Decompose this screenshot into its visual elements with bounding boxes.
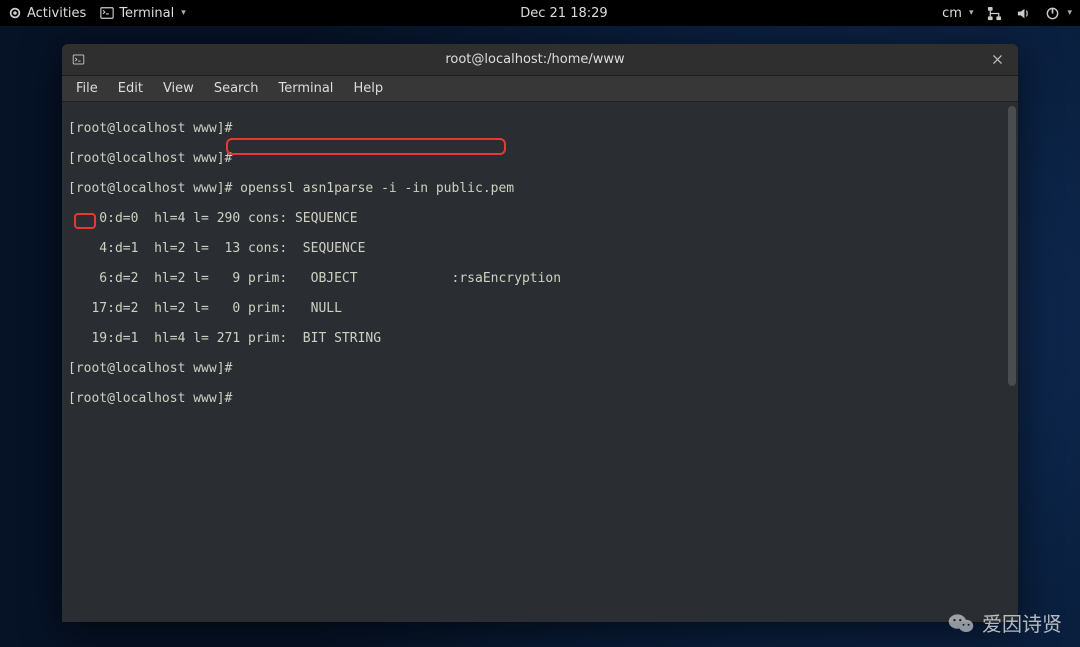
power-icon [1045,6,1060,21]
activities-button[interactable]: Activities [8,6,86,21]
volume-indicator[interactable] [1016,6,1031,21]
terminal-line: 0:d=0 hl=4 l= 290 cons: SEQUENCE [68,211,1012,226]
terminal-line: [root@localhost www]# [68,391,1012,406]
volume-icon [1016,6,1031,21]
wechat-icon [948,610,974,636]
menu-search[interactable]: Search [206,79,267,98]
terminal-line: [root@localhost www]# openssl asn1parse … [68,181,1012,196]
current-app-label: Terminal [119,6,174,21]
menu-edit[interactable]: Edit [110,79,151,98]
network-wired-icon [987,6,1002,21]
terminal-scrollbar[interactable] [1008,106,1016,386]
chevron-down-icon: ▾ [1067,8,1072,18]
window-title: root@localhost:/home/www [94,52,976,67]
clock[interactable]: Dec 21 18:29 [186,6,942,21]
terminal-line: 19:d=1 hl=4 l= 271 prim: BIT STRING [68,331,1012,346]
window-titlebar[interactable]: root@localhost:/home/www [62,44,1018,76]
terminal-menubar: File Edit View Search Terminal Help [62,76,1018,102]
menu-file[interactable]: File [68,79,106,98]
watermark: 爱因诗贤 [948,608,1062,637]
terminal-app-icon [100,6,114,20]
terminal-window: root@localhost:/home/www File Edit View … [62,44,1018,622]
window-close-button[interactable] [976,44,1018,76]
terminal-icon [72,53,85,66]
terminal-line: 6:d=2 hl=2 l= 9 prim: OBJECT :rsaEncrypt… [68,271,1012,286]
terminal-content[interactable]: [root@localhost www]# [root@localhost ww… [62,102,1018,622]
activities-icon [8,6,22,20]
close-icon [991,53,1004,66]
terminal-line: 4:d=1 hl=2 l= 13 cons: SEQUENCE [68,241,1012,256]
terminal-line: [root@localhost www]# [68,151,1012,166]
network-indicator[interactable] [987,6,1002,21]
menu-view[interactable]: View [155,79,202,98]
gnome-top-panel: Activities Terminal ▾ Dec 21 18:29 cm ▾ … [0,0,1080,26]
current-app-indicator[interactable]: Terminal ▾ [100,6,185,21]
menu-terminal[interactable]: Terminal [270,79,341,98]
chevron-down-icon: ▾ [969,8,974,18]
terminal-line: 17:d=2 hl=2 l= 0 prim: NULL [68,301,1012,316]
power-indicator[interactable]: ▾ [1045,6,1072,21]
terminal-line: [root@localhost www]# [68,361,1012,376]
chevron-down-icon: ▾ [181,8,186,18]
terminal-line: [root@localhost www]# [68,121,1012,136]
ime-label: cm [942,6,962,21]
menu-help[interactable]: Help [345,79,391,98]
input-method-indicator[interactable]: cm ▾ [942,6,973,21]
watermark-text: 爱因诗贤 [982,608,1062,637]
window-menu-button[interactable] [62,53,94,66]
clock-label: Dec 21 18:29 [520,6,607,21]
activities-label: Activities [27,6,86,21]
